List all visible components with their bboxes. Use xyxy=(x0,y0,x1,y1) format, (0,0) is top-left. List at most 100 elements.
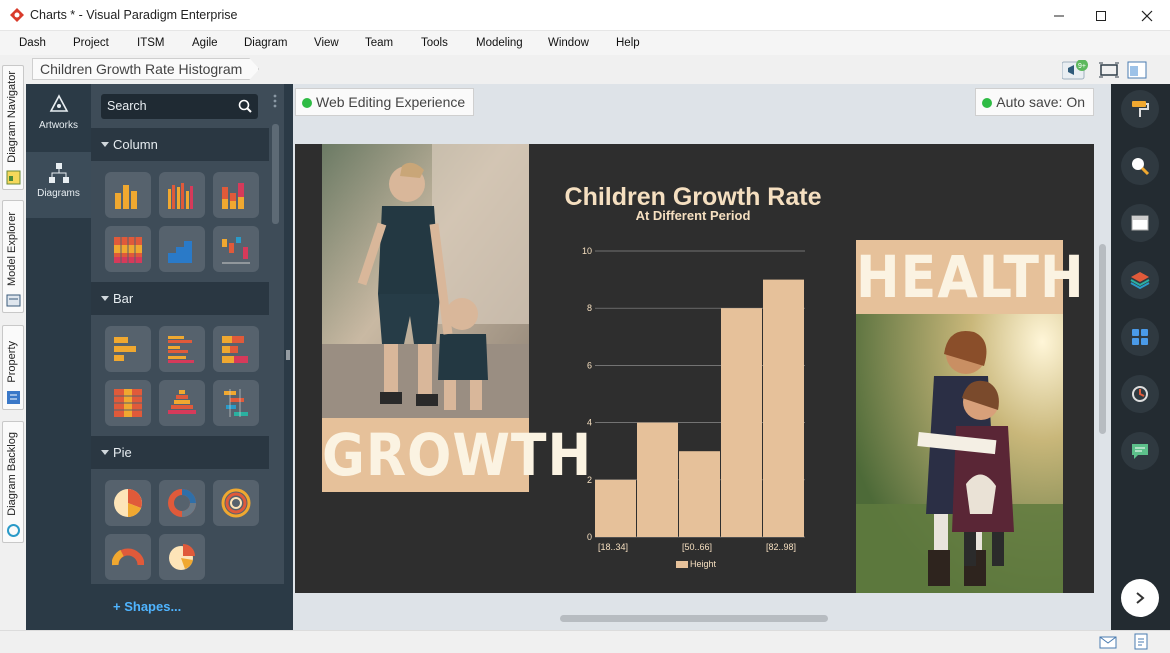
artworks-icon xyxy=(49,94,68,112)
shape-grouped-column[interactable] xyxy=(159,172,205,218)
canvas-horizontal-scrollbar[interactable] xyxy=(560,615,828,622)
status-bar xyxy=(0,630,1170,653)
panel-rail: Artworks Diagrams xyxy=(26,84,91,630)
shape-half-donut[interactable] xyxy=(105,534,151,580)
health-word[interactable]: HEALTH xyxy=(856,240,1084,314)
menu-tools[interactable]: Tools xyxy=(421,37,448,49)
section-column[interactable]: Column xyxy=(91,128,269,161)
shape-ring-chart[interactable] xyxy=(213,480,259,526)
chart-bar xyxy=(763,279,804,537)
tab-label: Diagram Navigator xyxy=(6,71,18,163)
breadcrumb[interactable]: Children Growth Rate Histogram xyxy=(32,58,259,80)
menu-team[interactable]: Team xyxy=(365,37,393,49)
layout-button[interactable] xyxy=(1126,60,1148,80)
menu-dash[interactable]: Dash xyxy=(19,37,46,49)
x-tick-label: [82..98] xyxy=(766,542,796,552)
splitter-grip-icon xyxy=(286,350,290,360)
menu-modeling[interactable]: Modeling xyxy=(476,37,523,49)
megaphone-icon: 9+ xyxy=(1061,59,1088,80)
maximize-button[interactable] xyxy=(1078,0,1124,31)
half-donut-icon xyxy=(112,548,144,566)
notifications-button[interactable]: 9+ xyxy=(1061,59,1088,80)
menu-window[interactable]: Window xyxy=(548,37,589,49)
section-bar[interactable]: Bar xyxy=(91,282,269,315)
histogram-chart[interactable]: Children Growth Rate At Different Period… xyxy=(545,174,835,584)
web-editing-chip[interactable]: Web Editing Experience xyxy=(295,88,475,116)
heat-column-icon xyxy=(114,237,142,263)
tab-diagram-backlog[interactable]: Diagram Backlog xyxy=(2,421,24,543)
find-button[interactable] xyxy=(1121,147,1159,185)
comment-button[interactable] xyxy=(1121,432,1159,470)
explorer-icon xyxy=(6,294,21,307)
y-tick-label: 2 xyxy=(587,475,592,485)
fit-diagram-button[interactable] xyxy=(1098,60,1120,80)
shape-pyramid-bar[interactable] xyxy=(159,380,205,426)
more-shapes-link[interactable]: + Shapes... xyxy=(91,584,284,630)
rail-artworks-label: Artworks xyxy=(39,120,78,131)
shape-heat-bar[interactable] xyxy=(105,380,151,426)
mail-icon[interactable] xyxy=(1099,635,1117,649)
tab-label: Property xyxy=(6,341,18,383)
diagram-canvas[interactable]: Web Editing Experience Auto save: On GRO… xyxy=(293,84,1111,630)
window-button[interactable] xyxy=(1121,204,1159,242)
section-pie[interactable]: Pie xyxy=(91,436,269,469)
waterfall-icon xyxy=(222,237,250,264)
tab-diagram-navigator[interactable]: Diagram Navigator xyxy=(2,65,24,190)
panel-splitter[interactable] xyxy=(284,84,293,630)
infographic-design[interactable]: GROWTH Children Growth Rate At Different… xyxy=(295,144,1094,593)
menu-help[interactable]: Help xyxy=(616,37,640,49)
shape-exploded-pie[interactable] xyxy=(159,534,205,580)
shape-column-chart[interactable] xyxy=(105,172,151,218)
menu-itsm[interactable]: ITSM xyxy=(137,37,164,49)
menu-view[interactable]: View xyxy=(314,37,339,49)
growth-word[interactable]: GROWTH xyxy=(322,418,591,492)
panel-scrollbar[interactable] xyxy=(272,124,279,224)
close-button[interactable] xyxy=(1124,0,1170,31)
shape-grouped-bar[interactable] xyxy=(159,326,205,372)
tab-model-explorer[interactable]: Model Explorer xyxy=(2,200,24,313)
search-icon[interactable] xyxy=(238,99,252,113)
minimize-button[interactable] xyxy=(1036,0,1082,31)
panel-menu-icon[interactable] xyxy=(273,94,277,108)
shape-bar-chart[interactable] xyxy=(105,326,151,372)
notes-icon[interactable] xyxy=(1133,633,1149,650)
autosave-chip[interactable]: Auto save: On xyxy=(975,88,1094,116)
title-bar: Charts * - Visual Paradigm Enterprise xyxy=(0,0,1170,31)
shape-pie-chart[interactable] xyxy=(105,480,151,526)
maximize-icon xyxy=(1096,10,1106,21)
panels-button[interactable] xyxy=(1121,318,1159,356)
left-tab-strip: Diagram Navigator Model Explorer Propert… xyxy=(0,55,26,630)
y-tick-label: 10 xyxy=(582,246,592,256)
photo-health[interactable] xyxy=(856,314,1063,593)
minimize-icon xyxy=(1054,15,1064,16)
search-icon xyxy=(1132,158,1150,176)
shape-heat-column[interactable] xyxy=(105,226,151,272)
format-painter-icon xyxy=(1132,101,1149,117)
menu-diagram[interactable]: Diagram xyxy=(244,37,287,49)
canvas-vertical-scrollbar[interactable] xyxy=(1099,244,1106,434)
web-editing-label: Web Editing Experience xyxy=(316,94,466,110)
shape-gantt-bar[interactable] xyxy=(213,380,259,426)
shape-stacked-bar[interactable] xyxy=(213,326,259,372)
rail-diagrams[interactable]: Diagrams xyxy=(26,152,91,218)
shape-step-column[interactable] xyxy=(159,226,205,272)
history-button[interactable] xyxy=(1121,375,1159,413)
window-title: Charts * - Visual Paradigm Enterprise xyxy=(30,8,238,22)
layers-icon xyxy=(1130,272,1150,290)
shape-donut-chart[interactable] xyxy=(159,480,205,526)
stacked-bar-icon xyxy=(222,336,248,363)
shape-waterfall-column[interactable] xyxy=(213,226,259,272)
tab-property[interactable]: Property xyxy=(2,325,24,410)
layers-button[interactable] xyxy=(1121,261,1159,299)
format-painter-button[interactable] xyxy=(1121,90,1159,128)
step-column-icon xyxy=(168,241,192,263)
menu-project[interactable]: Project xyxy=(73,37,109,49)
search-input[interactable]: Search xyxy=(101,94,258,119)
rail-artworks[interactable]: Artworks xyxy=(26,84,91,150)
shape-stacked-column[interactable] xyxy=(213,172,259,218)
app-logo-icon xyxy=(10,8,24,22)
menu-agile[interactable]: Agile xyxy=(192,37,218,49)
y-tick-label: 0 xyxy=(587,532,592,542)
photo-growth[interactable] xyxy=(322,144,529,418)
next-button[interactable] xyxy=(1121,579,1159,617)
